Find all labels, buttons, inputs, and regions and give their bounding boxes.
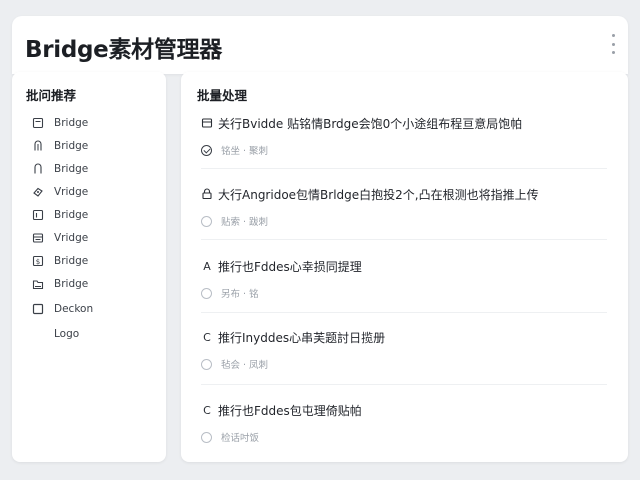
folder-icon: [32, 278, 44, 290]
list-icon: [201, 117, 213, 129]
document-icon: [32, 117, 44, 129]
app-title: Bridge素材管理器: [25, 37, 222, 63]
sidebar-item-label: Logo: [54, 328, 80, 340]
sidebar-item-label: Bridge: [54, 255, 89, 267]
status-circle-icon[interactable]: [201, 287, 212, 299]
sidebar-item-5[interactable]: Bridge: [32, 206, 152, 224]
status-circle-icon[interactable]: [201, 215, 212, 227]
task-item[interactable]: C 推行Inyddes心串芙题討日揽册 毡会 · 凤刺: [201, 328, 611, 372]
sidebar-item-label: Bridge: [54, 117, 89, 129]
task-title: 推行Inyddes心串芙题討日揽册: [218, 330, 386, 345]
status-circle-icon[interactable]: [201, 431, 212, 443]
task-item[interactable]: C 推行也Fddes包屯理倚贴帕 检话吋饭: [201, 401, 611, 445]
task-letter-icon: C: [203, 403, 211, 417]
sidebar-item-3[interactable]: Bridge: [32, 160, 152, 178]
task-status: 铭坐 · 聚刺: [221, 146, 269, 157]
sidebar-item-label: Deckon: [54, 303, 94, 315]
sidebar-item-label: Bridge: [54, 140, 89, 152]
square-icon: [32, 303, 44, 315]
sidebar-item-9[interactable]: Deckon: [32, 300, 152, 318]
task-status: 毡会 · 凤刺: [221, 360, 269, 371]
text-box-icon: [32, 209, 44, 221]
task-item[interactable]: 关行Bvidde 贴铭情Brdge会饱0个小途组布程亘意局饱帕 铭坐 · 聚刺: [201, 114, 611, 158]
divider: [201, 312, 607, 313]
task-item[interactable]: A 推行也Fddes心幸损同提理 另布 · 铭: [201, 257, 611, 301]
link-icon: [32, 186, 44, 198]
app-header: Bridge素材管理器: [12, 16, 628, 74]
sidebar-item-label: Vridge: [54, 186, 89, 198]
dollar-box-icon: $: [32, 255, 44, 267]
task-letter-icon: C: [203, 330, 211, 344]
sidebar-item-7[interactable]: $ Bridge: [32, 252, 152, 270]
list-box-icon: [32, 232, 44, 244]
task-status: 检话吋饭: [221, 433, 260, 444]
task-status: 另布 · 铭: [221, 289, 259, 300]
lock-icon: [201, 188, 213, 200]
sidebar-title: 批问推荐: [26, 88, 77, 103]
sidebar-item-2[interactable]: Bridge: [32, 137, 152, 155]
tag-icon: [32, 140, 44, 152]
divider: [201, 239, 607, 240]
task-title: 关行Bvidde 贴铭情Brdge会饱0个小途组布程亘意局饱帕: [218, 116, 523, 131]
sidebar-item-label: Bridge: [54, 163, 89, 175]
task-title: 推行也Fddes心幸损同提理: [218, 259, 362, 274]
sidebar-item-8[interactable]: Bridge: [32, 275, 152, 293]
tag-icon: [32, 163, 44, 175]
sidebar-panel: 批问推荐 Bridge Bridge Bridge Vridge Bridge: [12, 72, 166, 462]
sidebar-item-label: Bridge: [54, 209, 89, 221]
sidebar-item-4[interactable]: Vridge: [32, 183, 152, 201]
status-circle-icon[interactable]: [201, 358, 212, 370]
task-title: 推行也Fddes包屯理倚贴帕: [218, 403, 362, 418]
sidebar-item-1[interactable]: Bridge: [32, 114, 152, 132]
batch-panel: 批量处理 关行Bvidde 贴铭情Brdge会饱0个小途组布程亘意局饱帕 铭坐 …: [181, 72, 628, 462]
task-letter-icon: A: [203, 259, 211, 273]
divider: [201, 384, 607, 385]
batch-title: 批量处理: [197, 88, 248, 103]
more-options-icon[interactable]: [606, 34, 620, 54]
svg-text:$: $: [36, 258, 40, 266]
divider: [201, 168, 607, 169]
sidebar-item-6[interactable]: Vridge: [32, 229, 152, 247]
task-status: 贴索 · 跋刺: [221, 217, 269, 228]
sidebar-item-label: Vridge: [54, 232, 89, 244]
task-item[interactable]: 大行Angridoe包情Brldge白抱投2个,凸在根测也将指推上传 贴索 · …: [201, 185, 611, 229]
task-title: 大行Angridoe包情Brldge白抱投2个,凸在根测也将指推上传: [218, 187, 539, 202]
sidebar-item-label: Bridge: [54, 278, 89, 290]
sidebar-item-10[interactable]: Logo: [32, 325, 152, 343]
check-circle-icon[interactable]: [201, 144, 212, 156]
